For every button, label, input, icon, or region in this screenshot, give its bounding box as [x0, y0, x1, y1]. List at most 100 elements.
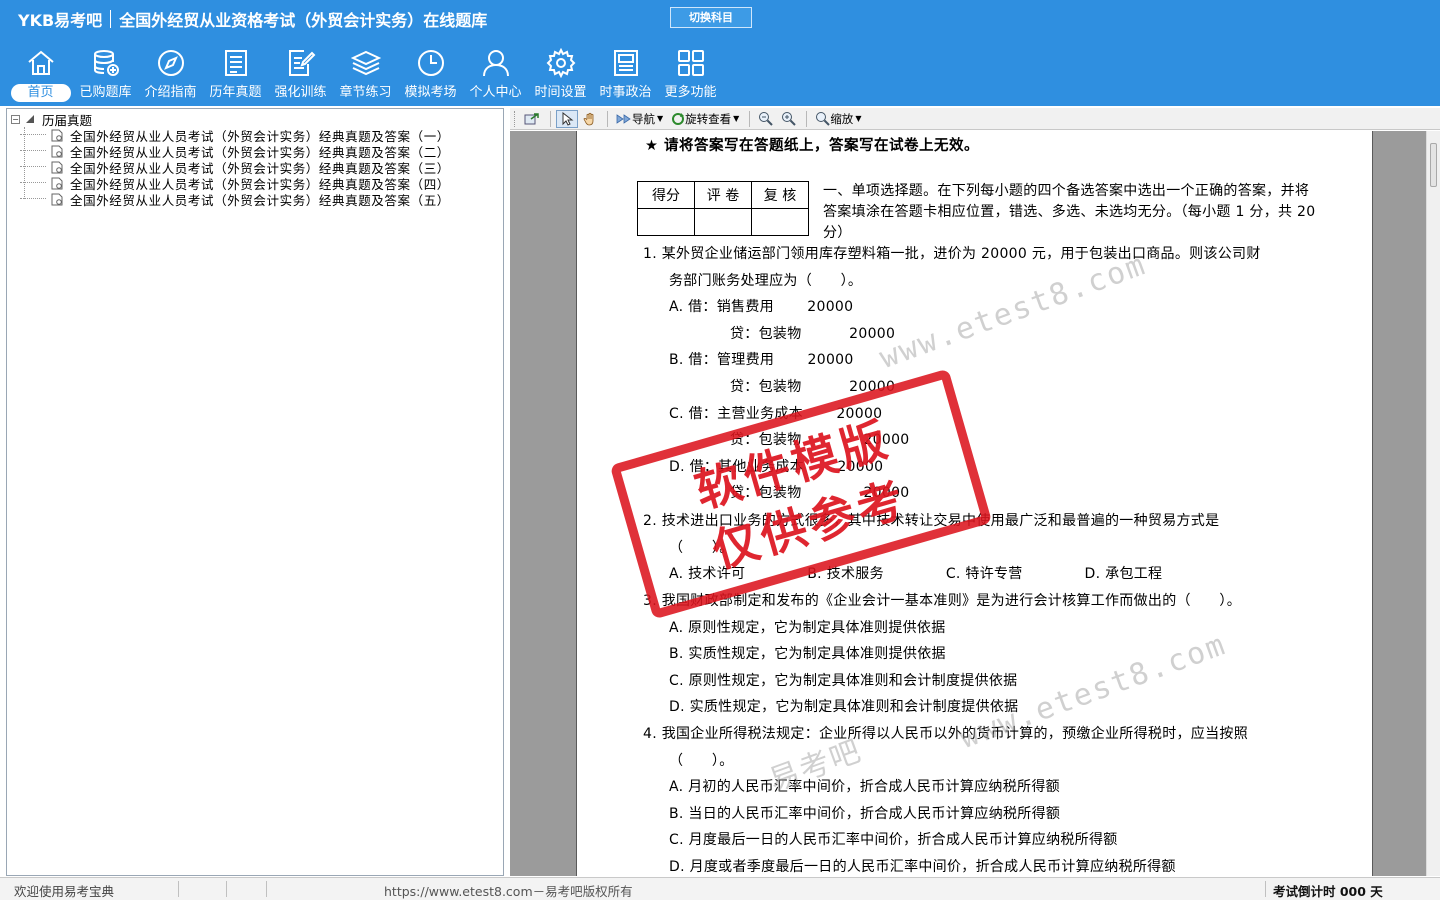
zoom-label: 缩放	[830, 111, 854, 126]
nav-home[interactable]: 首页	[8, 46, 73, 104]
toolbar-separator	[607, 110, 608, 127]
switch-subject-button[interactable]: 切换科目	[670, 7, 752, 28]
navigate-button[interactable]: 导航 ▼	[613, 110, 666, 128]
zoom-menu-button[interactable]: 缩放 ▼	[812, 110, 864, 128]
answer-notice: ★ 请将答案写在答题纸上，答案写在试卷上无效。	[645, 138, 980, 154]
newspaper-icon	[609, 46, 643, 80]
user-icon	[479, 46, 513, 80]
layers-icon	[349, 46, 383, 80]
question-4: 4. 我国企业所得税法规定：企业所得以人民币以外的货币计算的，预缴企业所得税时，…	[643, 721, 1248, 876]
nav-training[interactable]: 强化训练	[268, 46, 333, 104]
zoom-in-button[interactable]	[778, 110, 799, 128]
document-scroll-area[interactable]: ★ 请将答案写在答题纸上，答案写在试卷上无效。 得分 评 卷 复 核 一、单项选…	[510, 131, 1426, 876]
zoom-out-icon	[759, 112, 774, 126]
grader-cell	[694, 208, 752, 236]
nav-label: 已购题库	[79, 85, 132, 100]
status-divider	[178, 881, 179, 897]
option-b: B. 当日的人民币汇率中间价，折合成人民币计算应纳税所得额	[669, 805, 1061, 822]
question-text: 4. 我国企业所得税法规定：企业所得以人民币以外的货币计算的，预缴企业所得税时，…	[643, 726, 1249, 742]
reviewer-header: 复 核	[751, 181, 809, 209]
nav-label: 章节练习	[339, 85, 392, 100]
nav-label: 个人中心	[469, 85, 522, 100]
option-d: D. 月度或者季度最后一日的人民币汇率中间价，折合成人民币计算应纳税所得额	[669, 858, 1176, 875]
document-icon	[51, 145, 63, 157]
welcome-text: 欢迎使用易考宝典	[14, 884, 115, 899]
document-icon	[51, 129, 63, 141]
option-a: A. 原则性规定，它为制定具体准则提供依据	[669, 619, 946, 636]
status-divider	[226, 881, 227, 897]
clock-icon	[414, 46, 448, 80]
main-nav: 首页 已购题库 介绍指南 历年真题 强化训练 章节练习 模拟考场 个人中心 时间…	[8, 46, 723, 104]
brand-divider	[110, 10, 112, 28]
score-table: 得分 评 卷 复 核	[637, 181, 809, 236]
nav-label: 强化训练	[274, 85, 327, 100]
document-viewer: 导航 ▼ 旋转查看 ▼ 缩放 ▼ ★ 请将答案写在答题纸上，答案写在试卷上无效。 得分…	[510, 108, 1440, 876]
nav-more-features[interactable]: 更多功能	[658, 46, 723, 104]
document-icon	[51, 161, 63, 173]
home-icon	[24, 46, 58, 80]
status-bar: 欢迎使用易考宝典 https://www.etest8.com－易考吧版权所有 …	[0, 877, 1440, 900]
document-icon	[51, 193, 63, 205]
reviewer-cell	[751, 208, 809, 236]
zoom-out-button[interactable]	[755, 110, 776, 128]
toolbar-separator	[806, 110, 808, 127]
gear-icon	[544, 46, 578, 80]
exam-page: ★ 请将答案写在答题纸上，答案写在试卷上无效。 得分 评 卷 复 核 一、单项选…	[576, 131, 1373, 876]
nav-past-exams[interactable]: 历年真题	[203, 46, 268, 104]
nav-label: 首页	[10, 84, 71, 102]
toolbar-separator	[749, 110, 751, 127]
option-c: C. 月度最后一日的人民币汇率中间价，折合成人民币计算应纳税所得额	[669, 832, 1118, 849]
nav-label: 时事政治	[599, 85, 652, 100]
nav-time-settings[interactable]: 时间设置	[528, 46, 593, 104]
viewer-toolbar: 导航 ▼ 旋转查看 ▼ 缩放 ▼	[510, 108, 1440, 130]
scrollbar-thumb[interactable]	[1430, 143, 1437, 187]
export-icon	[524, 112, 539, 124]
collapse-toggle-icon[interactable]: −	[11, 114, 20, 124]
question-text: 1. 某外贸企业储运部门领用库存塑料箱一批，进价为 20000 元，用于包装出口…	[643, 246, 1261, 262]
export-button[interactable]	[521, 110, 543, 128]
nav-purchased[interactable]: 已购题库	[73, 46, 138, 104]
nav-label: 介绍指南	[144, 85, 197, 100]
question-text: 务部门账务处理应为（ ）。	[669, 272, 863, 289]
folder-triangle-icon	[26, 115, 34, 123]
hand-tool-button[interactable]	[580, 110, 600, 128]
copyright-text: https://www.etest8.com－易考吧版权所有	[384, 884, 633, 899]
nav-label: 历年真题	[209, 85, 262, 100]
nav-label: 模拟考场	[404, 85, 457, 100]
zoom-in-icon	[782, 112, 797, 126]
app-title: 全国外经贸从业资格考试（外贸会计实务）在线题库	[119, 11, 488, 30]
nav-current-affairs[interactable]: 时事政治	[593, 46, 658, 104]
brand: YKB易考吧 全国外经贸从业资格考试（外贸会计实务）在线题库	[18, 8, 487, 30]
nav-mock-exam[interactable]: 模拟考场	[398, 46, 463, 104]
toolbar-separator	[550, 110, 551, 127]
nav-label: 更多功能	[664, 85, 717, 100]
nav-chapter-practice[interactable]: 章节练习	[333, 46, 398, 104]
database-icon	[89, 46, 123, 80]
rotate-icon	[672, 112, 685, 125]
nav-personal-center[interactable]: 个人中心	[463, 46, 528, 104]
edit-document-icon	[284, 46, 318, 80]
hand-icon	[583, 112, 594, 125]
rotate-view-label: 旋转查看	[685, 111, 732, 126]
question-text: （ ）。	[669, 752, 734, 769]
nav-label: 时间设置	[534, 85, 587, 100]
score-cell	[637, 208, 695, 236]
vertical-scrollbar[interactable]	[1426, 131, 1440, 876]
app-logo: YKB易考吧	[18, 11, 103, 30]
compass-icon	[154, 46, 188, 80]
rotate-view-button[interactable]: 旋转查看 ▼	[668, 110, 742, 128]
exam-countdown: 考试倒计时 000 天	[1273, 884, 1383, 899]
tree-item-exam-5[interactable]: 全国外经贸从业人员考试（外贸会计实务）经典真题及答案（五）	[11, 191, 450, 208]
grid-icon	[674, 46, 708, 80]
status-divider	[1265, 881, 1266, 897]
option-a: A. 月初的人民币汇率中间价，折合成人民币计算应纳税所得额	[669, 779, 1060, 796]
app-header: YKB易考吧 全国外经贸从业资格考试（外贸会计实务）在线题库 切换科目 首页 已…	[0, 0, 1440, 106]
navigate-icon	[616, 113, 631, 124]
nav-guide[interactable]: 介绍指南	[138, 46, 203, 104]
score-header: 得分	[637, 181, 695, 209]
select-tool-button[interactable]	[556, 109, 578, 128]
exam-tree-panel: − 历届真题 全国外经贸从业人员考试（外贸会计实务）经典真题及答案（一） 全国外…	[6, 108, 504, 876]
magnifier-icon	[816, 112, 831, 126]
grader-header: 评 卷	[694, 181, 752, 209]
toolbar-grip	[514, 110, 517, 127]
